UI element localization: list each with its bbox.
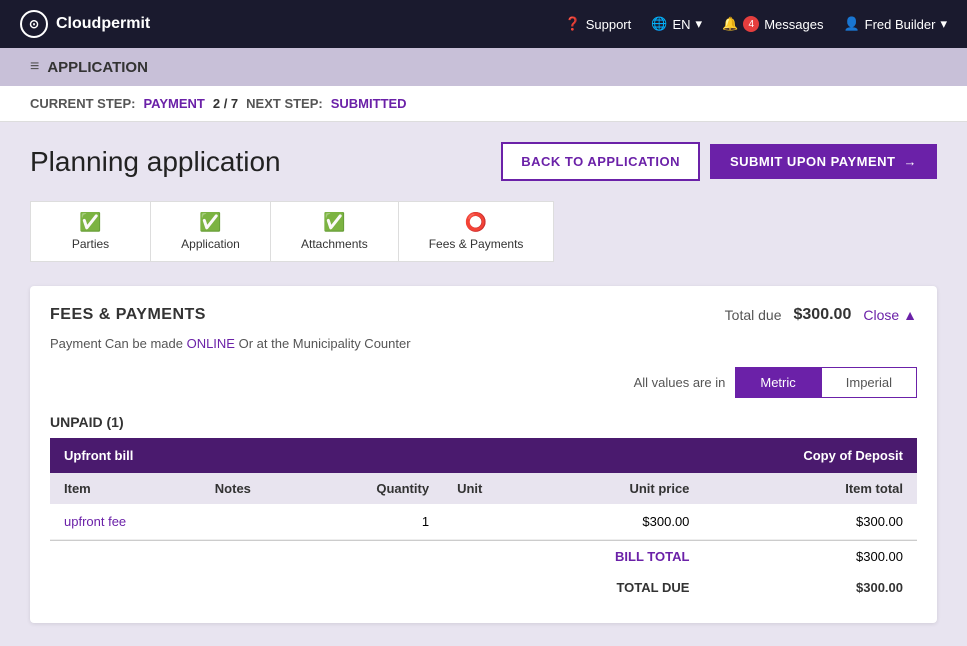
imperial-button[interactable]: Imperial <box>821 367 917 398</box>
total-due-amount: $300.00 <box>794 306 852 324</box>
col-unit: Unit <box>443 473 532 504</box>
step-application[interactable]: ✅ Application <box>151 202 271 261</box>
item-link[interactable]: upfront fee <box>64 514 126 529</box>
logo-icon: ⊙ <box>20 10 48 38</box>
fees-payments-label: Fees & Payments <box>429 237 524 251</box>
breadcrumb-title: APPLICATION <box>47 59 148 76</box>
step-fees-payments[interactable]: ⭕ Fees & Payments <box>399 202 554 261</box>
next-step-label: NEXT STEP: <box>246 96 323 111</box>
messages-link[interactable]: 🔔 4 Messages <box>722 16 823 32</box>
arrow-icon: → <box>904 154 918 169</box>
back-to-application-button[interactable]: BACK TO APPLICATION <box>501 142 700 181</box>
attachments-check-icon: ✅ <box>301 212 368 233</box>
breadcrumb-icon: ≡ <box>30 58 39 76</box>
item-notes <box>201 504 308 540</box>
submit-button-label: SUBMIT UPON PAYMENT <box>730 154 896 169</box>
bell-icon: 🔔 <box>722 16 738 32</box>
total-due-value: $300.00 <box>703 572 917 603</box>
fees-total: Total due $300.00 Close ▲ <box>725 306 917 324</box>
globe-icon: 🌐 <box>651 16 667 32</box>
item-total: $300.00 <box>703 504 917 540</box>
attachments-label: Attachments <box>301 237 368 251</box>
total-due-row: TOTAL DUE $300.00 <box>50 572 917 603</box>
bill-table: Upfront bill Copy of Deposit Item Notes … <box>50 438 917 603</box>
step-attachments[interactable]: ✅ Attachments <box>271 202 399 261</box>
language-label: EN <box>672 17 690 32</box>
item-unit-price: $300.00 <box>532 504 703 540</box>
col-item: Item <box>50 473 201 504</box>
topnav-right: ❓ Support 🌐 EN ▾ 🔔 4 Messages 👤 Fred Bui… <box>565 16 947 32</box>
online-link[interactable]: ONLINE <box>187 336 235 351</box>
item-unit <box>443 504 532 540</box>
bill-total-row: BILL TOTAL $300.00 <box>50 541 917 572</box>
support-link[interactable]: ❓ Support <box>565 16 632 32</box>
col-item-total: Item total <box>703 473 917 504</box>
user-icon: 👤 <box>843 16 859 32</box>
fees-card-header: FEES & PAYMENTS Total due $300.00 Close … <box>50 306 917 324</box>
close-button[interactable]: Close ▲ <box>863 307 917 323</box>
fees-pending-icon: ⭕ <box>429 212 524 233</box>
column-headers-row: Item Notes Quantity Unit Unit price Item… <box>50 473 917 504</box>
parties-label: Parties <box>61 237 120 251</box>
total-due-label: TOTAL DUE <box>532 572 703 603</box>
copy-deposit-label: Copy of Deposit <box>703 438 917 473</box>
chevron-down-icon: ▾ <box>696 16 703 32</box>
metric-button[interactable]: Metric <box>735 367 820 398</box>
application-label: Application <box>181 237 240 251</box>
submit-upon-payment-button[interactable]: SUBMIT UPON PAYMENT → <box>710 144 937 179</box>
top-navigation: ⊙ Cloudpermit ❓ Support 🌐 EN ▾ 🔔 4 Messa… <box>0 0 967 48</box>
step-number: 2 / 7 <box>213 96 238 111</box>
unit-toggle-label: All values are in <box>634 375 726 390</box>
bill-total-value: $300.00 <box>703 541 917 572</box>
step-bar: CURRENT STEP: PAYMENT 2 / 7 NEXT STEP: S… <box>0 86 967 122</box>
step-parties[interactable]: ✅ Parties <box>31 202 151 261</box>
bill-total-label: BILL TOTAL <box>532 541 703 572</box>
item-name[interactable]: upfront fee <box>50 504 201 540</box>
item-quantity: 1 <box>308 504 443 540</box>
page-header-buttons: BACK TO APPLICATION SUBMIT UPON PAYMENT … <box>501 142 937 181</box>
unit-toggle: Metric Imperial <box>735 367 917 398</box>
unit-toggle-row: All values are in Metric Imperial <box>50 367 917 398</box>
fees-card: FEES & PAYMENTS Total due $300.00 Close … <box>30 286 937 623</box>
language-selector[interactable]: 🌐 EN ▾ <box>651 16 702 32</box>
main-content: Planning application BACK TO APPLICATION… <box>0 122 967 643</box>
col-quantity: Quantity <box>308 473 443 504</box>
logo-text: Cloudpermit <box>56 15 150 33</box>
total-due-label: Total due <box>725 307 782 323</box>
close-label: Close <box>863 307 899 323</box>
current-step-name: PAYMENT <box>143 96 204 111</box>
bill-header-label: Upfront bill <box>50 438 703 473</box>
logo: ⊙ Cloudpermit <box>20 10 150 38</box>
col-notes: Notes <box>201 473 308 504</box>
parties-check-icon: ✅ <box>61 212 120 233</box>
col-unit-price: Unit price <box>532 473 703 504</box>
support-icon: ❓ <box>565 16 581 32</box>
progress-steps: ✅ Parties ✅ Application ✅ Attachments ⭕ … <box>30 201 554 262</box>
bill-header-row: Upfront bill Copy of Deposit <box>50 438 917 473</box>
fees-title: FEES & PAYMENTS <box>50 306 206 324</box>
chevron-down-icon: ▾ <box>940 16 947 32</box>
user-menu[interactable]: 👤 Fred Builder ▾ <box>843 16 947 32</box>
unpaid-label: UNPAID (1) <box>50 414 917 430</box>
current-step-label: CURRENT STEP: <box>30 96 135 111</box>
user-label: Fred Builder <box>865 17 936 32</box>
support-label: Support <box>586 17 632 32</box>
messages-badge: 4 <box>743 16 759 32</box>
application-check-icon: ✅ <box>181 212 240 233</box>
payment-info: Payment Can be made ONLINE Or at the Mun… <box>50 336 917 351</box>
next-step-name: SUBMITTED <box>331 96 407 111</box>
page-header: Planning application BACK TO APPLICATION… <box>30 142 937 181</box>
messages-label: Messages <box>764 17 823 32</box>
chevron-up-icon: ▲ <box>903 307 917 323</box>
breadcrumb: ≡ APPLICATION <box>0 48 967 86</box>
page-title: Planning application <box>30 146 281 178</box>
table-row: upfront fee 1 $300.00 $300.00 <box>50 504 917 540</box>
